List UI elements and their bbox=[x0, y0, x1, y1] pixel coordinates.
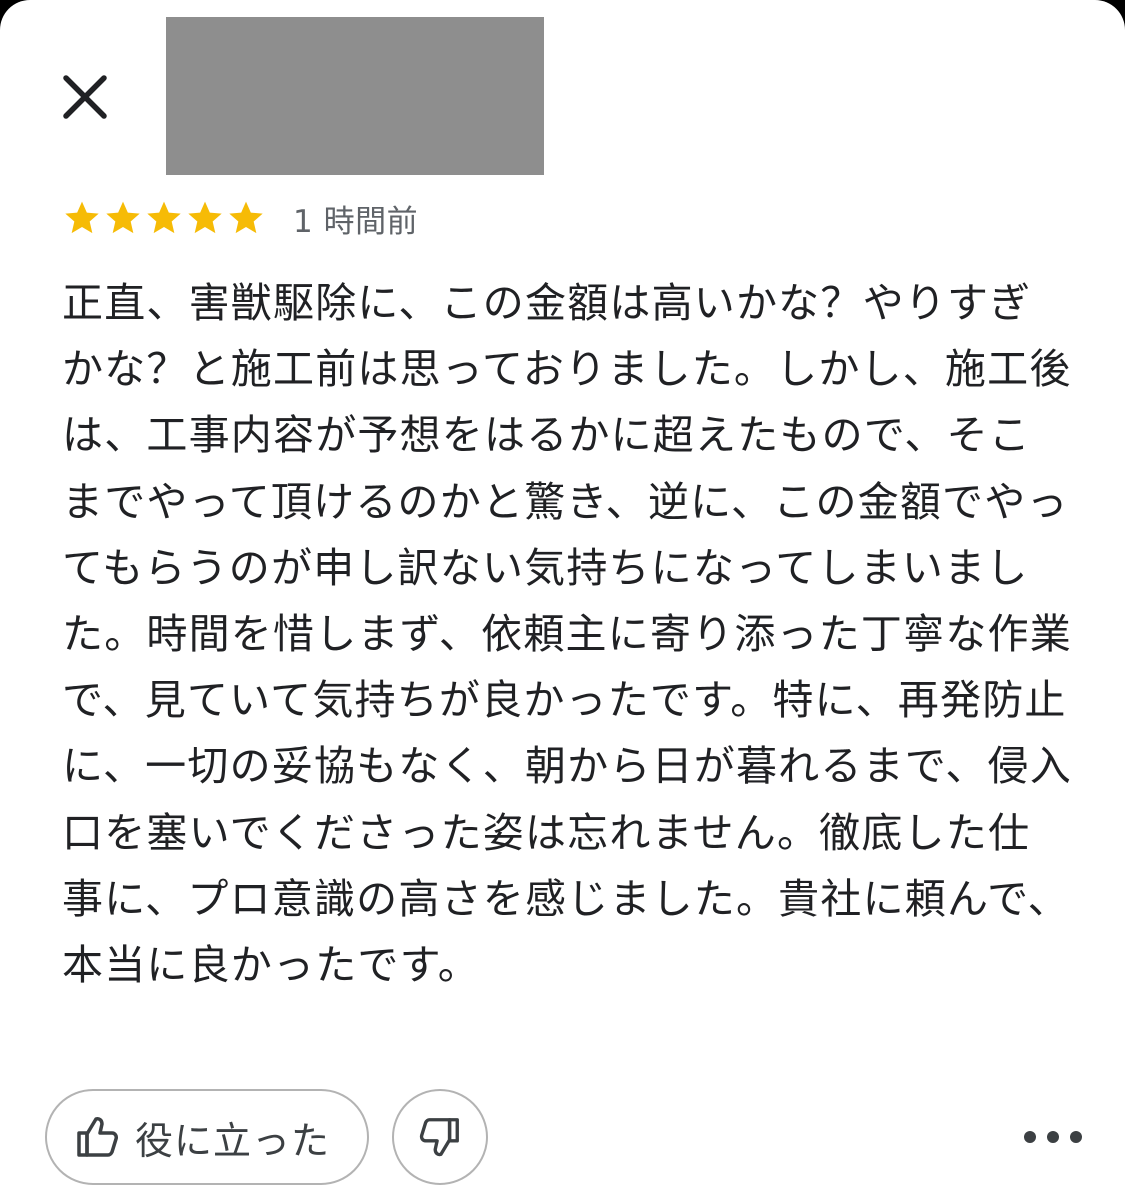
close-button[interactable] bbox=[58, 70, 112, 124]
review-text: 正直、害獣駆除に、この金額は高いかな？やりすぎかな？と施工前は思っておりました。… bbox=[62, 279, 1072, 990]
not-helpful-button[interactable] bbox=[392, 1089, 488, 1185]
star-icon bbox=[65, 201, 99, 234]
review-detail-sheet: 1 時間前 正直、害獣駆除に、この金額は高いかな？やりすぎかな？と施工前は思って… bbox=[0, 0, 1125, 1201]
rating-row: 1 時間前 bbox=[62, 195, 418, 241]
star-icon bbox=[229, 201, 263, 234]
helpful-label: 役に立った bbox=[135, 1118, 331, 1163]
thumbs-down-icon bbox=[419, 1118, 459, 1157]
star-icon bbox=[188, 201, 222, 234]
more-dot bbox=[1047, 1131, 1059, 1143]
star-icon bbox=[147, 201, 181, 234]
more-dot bbox=[1024, 1131, 1036, 1143]
redacted-author-name bbox=[166, 17, 544, 175]
more-dot bbox=[1070, 1131, 1082, 1143]
star-icon bbox=[106, 201, 140, 234]
review-time: 1 時間前 bbox=[293, 203, 419, 240]
star-rating bbox=[62, 198, 267, 238]
close-icon bbox=[63, 75, 107, 119]
thumbs-up-icon bbox=[77, 1117, 118, 1157]
more-options-button[interactable] bbox=[1024, 1120, 1082, 1154]
helpful-button[interactable]: 役に立った bbox=[45, 1089, 369, 1185]
